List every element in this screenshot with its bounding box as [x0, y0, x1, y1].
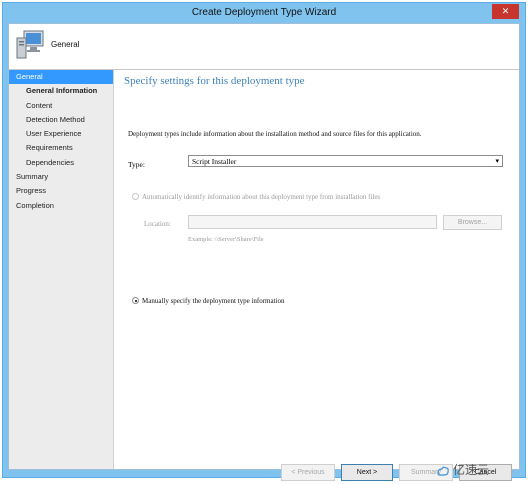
sidebar-item-requirements[interactable]: Requirements [9, 141, 113, 155]
location-example: Example: \\Server\Share\File [188, 236, 264, 243]
manual-specify-label: Manually specify the deployment type inf… [142, 297, 285, 305]
next-button[interactable]: Next > [341, 464, 393, 481]
wizard-header: General [9, 24, 519, 70]
sidebar-item-detection-method[interactable]: Detection Method [9, 113, 113, 127]
manual-specify-radio[interactable] [132, 297, 139, 304]
close-icon: ✕ [501, 6, 510, 16]
window-title: Create Deployment Type Wizard [191, 7, 337, 18]
close-button[interactable]: ✕ [492, 4, 519, 19]
header-title: General [51, 40, 80, 49]
auto-identify-radio[interactable] [132, 193, 139, 200]
type-label: Type: [128, 160, 145, 169]
location-input[interactable] [188, 215, 437, 229]
location-label: Location: [144, 220, 171, 228]
chevron-down-icon: ▾ [495, 157, 499, 165]
watermark: 亿速云 [436, 461, 489, 478]
wizard-nav: General General Information Content Detecti… [9, 70, 114, 469]
sidebar-item-completion[interactable]: Completion [9, 199, 113, 213]
sidebar-item-user-experience[interactable]: User Experience [9, 127, 113, 141]
previous-button[interactable]: < Previous [281, 464, 335, 481]
sidebar-item-dependencies[interactable]: Dependencies [9, 156, 113, 170]
wizard-content: Specify settings for this deployment typ… [114, 70, 519, 481]
sidebar-item-general[interactable]: General [9, 70, 113, 85]
page-title: Specify settings for this deployment typ… [124, 75, 305, 87]
cloud-logo-icon [437, 466, 449, 476]
computer-icon [16, 30, 44, 59]
auto-identify-label: Automatically identify information about… [142, 193, 381, 201]
wizard-client-area: General General General Information Conten… [8, 23, 520, 481]
type-dropdown[interactable]: Script Installer ▾ [188, 155, 503, 167]
browse-button[interactable]: Browse... [443, 215, 502, 230]
wizard-window: Create Deployment Type Wizard ✕ General … [2, 2, 526, 481]
sidebar-item-summary[interactable]: Summary [9, 170, 113, 184]
type-dropdown-value: Script Installer [192, 157, 237, 166]
sidebar-item-content[interactable]: Content [9, 99, 113, 113]
intro-text: Deployment types include information abo… [128, 130, 422, 138]
watermark-text: 亿速云 [453, 463, 490, 477]
sidebar-item-progress[interactable]: Progress [9, 184, 113, 198]
sidebar-item-general-information[interactable]: General Information [9, 84, 113, 98]
